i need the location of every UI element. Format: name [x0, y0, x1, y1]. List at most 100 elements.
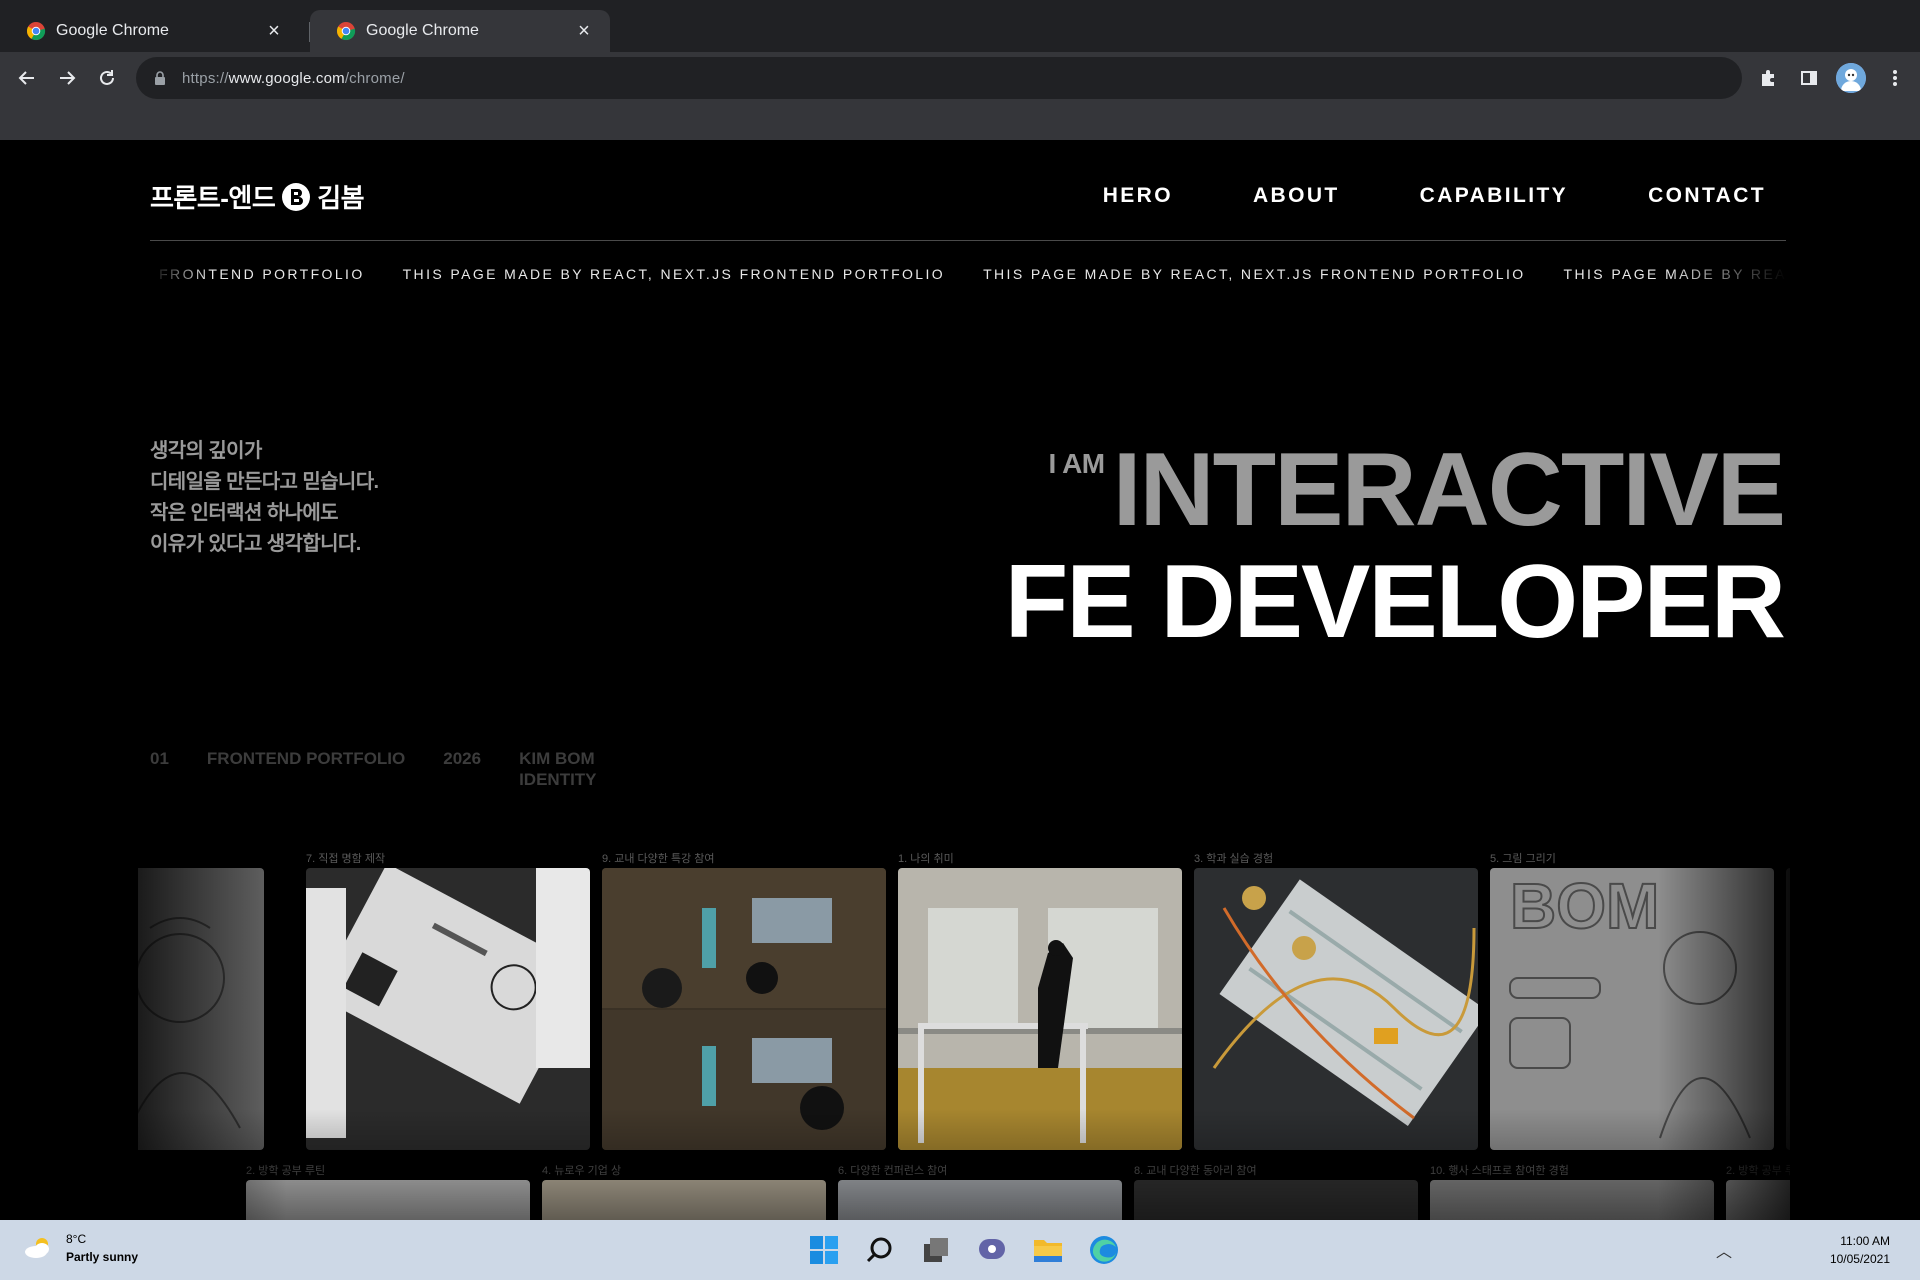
staff-image: [1430, 1180, 1714, 1220]
task-view-button[interactable]: [916, 1230, 956, 1270]
gallery-card[interactable]: 2. 방학 공부 루틴: [246, 1162, 530, 1220]
gallery-image: [1786, 868, 1790, 1150]
gallery-card[interactable]: 1. 나의 취미: [898, 850, 1182, 1150]
study-notes-image: [1726, 1180, 1790, 1220]
gallery-caption: 7. 직접 명함 제작: [306, 853, 386, 865]
meta-number: 01: [150, 749, 169, 768]
chrome-favicon-icon: [336, 22, 356, 41]
weather-widget[interactable]: 8°C Partly sunny: [22, 1230, 138, 1266]
meta-identity: KIM BOM IDENTITY: [519, 748, 596, 790]
lecture-image: [602, 868, 886, 1150]
windows-icon: [810, 1236, 838, 1264]
gallery-caption: 3. 학과 실습 경험: [1194, 853, 1274, 865]
gallery-caption: 9. 교내 다양한 특강 참여: [602, 853, 715, 865]
gallery-card[interactable]: 9. 교내 다양한 특강 참여: [602, 850, 886, 1150]
portfolio-meta: 01 FRONTEND PORTFOLIO 2026 KIM BOM IDENT…: [150, 748, 597, 790]
gallery-card[interactable]: 8. 교내 다양한 동아리 참여: [1134, 1162, 1418, 1220]
award-image: [542, 1180, 826, 1220]
gallery-card[interactable]: 10. 행사 스태프로 참여한 경험: [1430, 1162, 1714, 1220]
tab-title: Google Chrome: [56, 22, 169, 39]
gallery-caption: 5. 그림 그리기: [1490, 853, 1556, 865]
hero-line-2: FE DEVELOPER: [1004, 544, 1786, 660]
meta-identity-line: KIM BOM: [519, 749, 595, 768]
business-card-image: [306, 868, 590, 1150]
weather-condition: Partly sunny: [66, 1250, 139, 1264]
meta-year: 2026: [443, 749, 482, 768]
sketch-image: [138, 868, 264, 1150]
avatar-icon: [1836, 63, 1866, 93]
gallery-card[interactable]: [1786, 850, 1790, 1150]
url-text: https://www.google.com/chrome/: [182, 69, 405, 87]
conference-image: [838, 1180, 1122, 1220]
profile-avatar[interactable]: [1836, 63, 1866, 93]
gallery-card[interactable]: 5. 그림 그리기 BOM: [1490, 850, 1774, 1150]
gallery-card[interactable]: 3. 학과 실습 경험: [1194, 850, 1478, 1150]
gallery-card[interactable]: 4. 뉴로우 기업 상: [542, 1162, 826, 1220]
gallery-caption: 8. 교내 다양한 동아리 참여: [1134, 1165, 1257, 1177]
tab-strip: Google Chrome × Google Chrome ×: [0, 0, 1920, 52]
side-panel-button[interactable]: [1794, 63, 1824, 93]
menu-button[interactable]: [1880, 63, 1910, 93]
gallery-caption: 6. 다양한 컨퍼런스 참여: [838, 1165, 948, 1177]
nav-hero[interactable]: HERO: [1103, 184, 1173, 208]
file-explorer-button[interactable]: [1028, 1230, 1068, 1270]
browser-tab[interactable]: Google Chrome ×: [0, 10, 300, 52]
gallery-caption: 10. 행사 스태프로 참여한 경험: [1430, 1165, 1569, 1177]
meta-label: FRONTEND PORTFOLIO: [206, 749, 406, 768]
taskbar-apps: [804, 1230, 1124, 1270]
folder-icon: [1034, 1240, 1062, 1262]
task-view-icon: [924, 1238, 948, 1262]
intro-line: 작은 인터랙션 하나에도: [150, 502, 339, 524]
gallery-card[interactable]: 2. 방학 공부 루: [1726, 1162, 1790, 1220]
lock-icon: [150, 68, 170, 88]
browser-tab-active[interactable]: Google Chrome ×: [310, 10, 610, 52]
reload-icon: [100, 70, 114, 85]
reload-button[interactable]: [92, 63, 122, 93]
gallery-card[interactable]: 7. 직접 명함 제작: [306, 850, 590, 1150]
arrow-right-icon: [60, 71, 76, 85]
ballet-image: [898, 868, 1182, 1150]
logo-b-icon: [282, 182, 311, 211]
close-icon[interactable]: ×: [264, 20, 284, 42]
hero-line-1: INTERACTIVE: [1112, 432, 1786, 548]
site-logo[interactable]: 프론트-엔드 김봄: [150, 178, 365, 215]
bookmarks-area: [0, 104, 1920, 140]
breadboard-image: [1194, 868, 1478, 1150]
gallery-card[interactable]: [138, 850, 264, 1150]
meta-identity-line: IDENTITY: [519, 770, 597, 789]
marquee-banner: NEXT.JS FRONTEND PORTFOLIO THIS PAGE MAD…: [150, 266, 1786, 288]
gallery-caption: 1. 나의 취미: [898, 853, 954, 865]
nav-contact[interactable]: CONTACT: [1648, 184, 1766, 208]
back-button[interactable]: [12, 63, 42, 93]
hero-prefix: I AM: [1048, 448, 1106, 479]
gallery-caption: 4. 뉴로우 기업 상: [542, 1165, 622, 1177]
taskbar: 8°C Partly sunny ︿ 11:00 AM 10/05/2021: [0, 1220, 1920, 1280]
address-bar[interactable]: https://www.google.com/chrome/: [136, 57, 1742, 99]
intro-line: 디테일을 만든다고 믿습니다.: [150, 471, 379, 493]
browser-toolbar: https://www.google.com/chrome/: [0, 52, 1920, 104]
chat-icon: [979, 1239, 1005, 1259]
hero-heading: I AM INTERACTIVE FE DEVELOPER: [1004, 432, 1786, 660]
svg-text:BOM: BOM: [1510, 870, 1659, 942]
chat-button[interactable]: [972, 1230, 1012, 1270]
extensions-button[interactable]: [1754, 63, 1784, 93]
nav-about[interactable]: ABOUT: [1253, 184, 1340, 208]
nav-capability[interactable]: CAPABILITY: [1420, 184, 1568, 208]
gallery-card[interactable]: 6. 다양한 컨퍼런스 참여: [838, 1162, 1122, 1220]
gallery-caption: [1786, 850, 1790, 868]
close-icon[interactable]: ×: [574, 20, 594, 42]
web-page: 프론트-엔드 김봄 HERO ABOUT CAPABILITY CONTACT …: [0, 140, 1920, 1220]
study-notes-image: [246, 1180, 530, 1220]
search-button[interactable]: [860, 1230, 900, 1270]
chevron-up-icon[interactable]: ︿: [1716, 1238, 1732, 1262]
forward-button[interactable]: [52, 63, 82, 93]
intro-line: 생각의 깊이가: [150, 440, 262, 462]
chrome-favicon-icon: [26, 22, 46, 41]
start-button[interactable]: [804, 1230, 844, 1270]
edge-button[interactable]: [1084, 1230, 1124, 1270]
side-panel-icon: [1801, 71, 1817, 85]
drawing-image: BOM: [1490, 868, 1774, 1150]
club-image: [1134, 1180, 1418, 1220]
system-clock[interactable]: 11:00 AM 10/05/2021: [1830, 1232, 1890, 1268]
header-divider: [150, 240, 1786, 241]
